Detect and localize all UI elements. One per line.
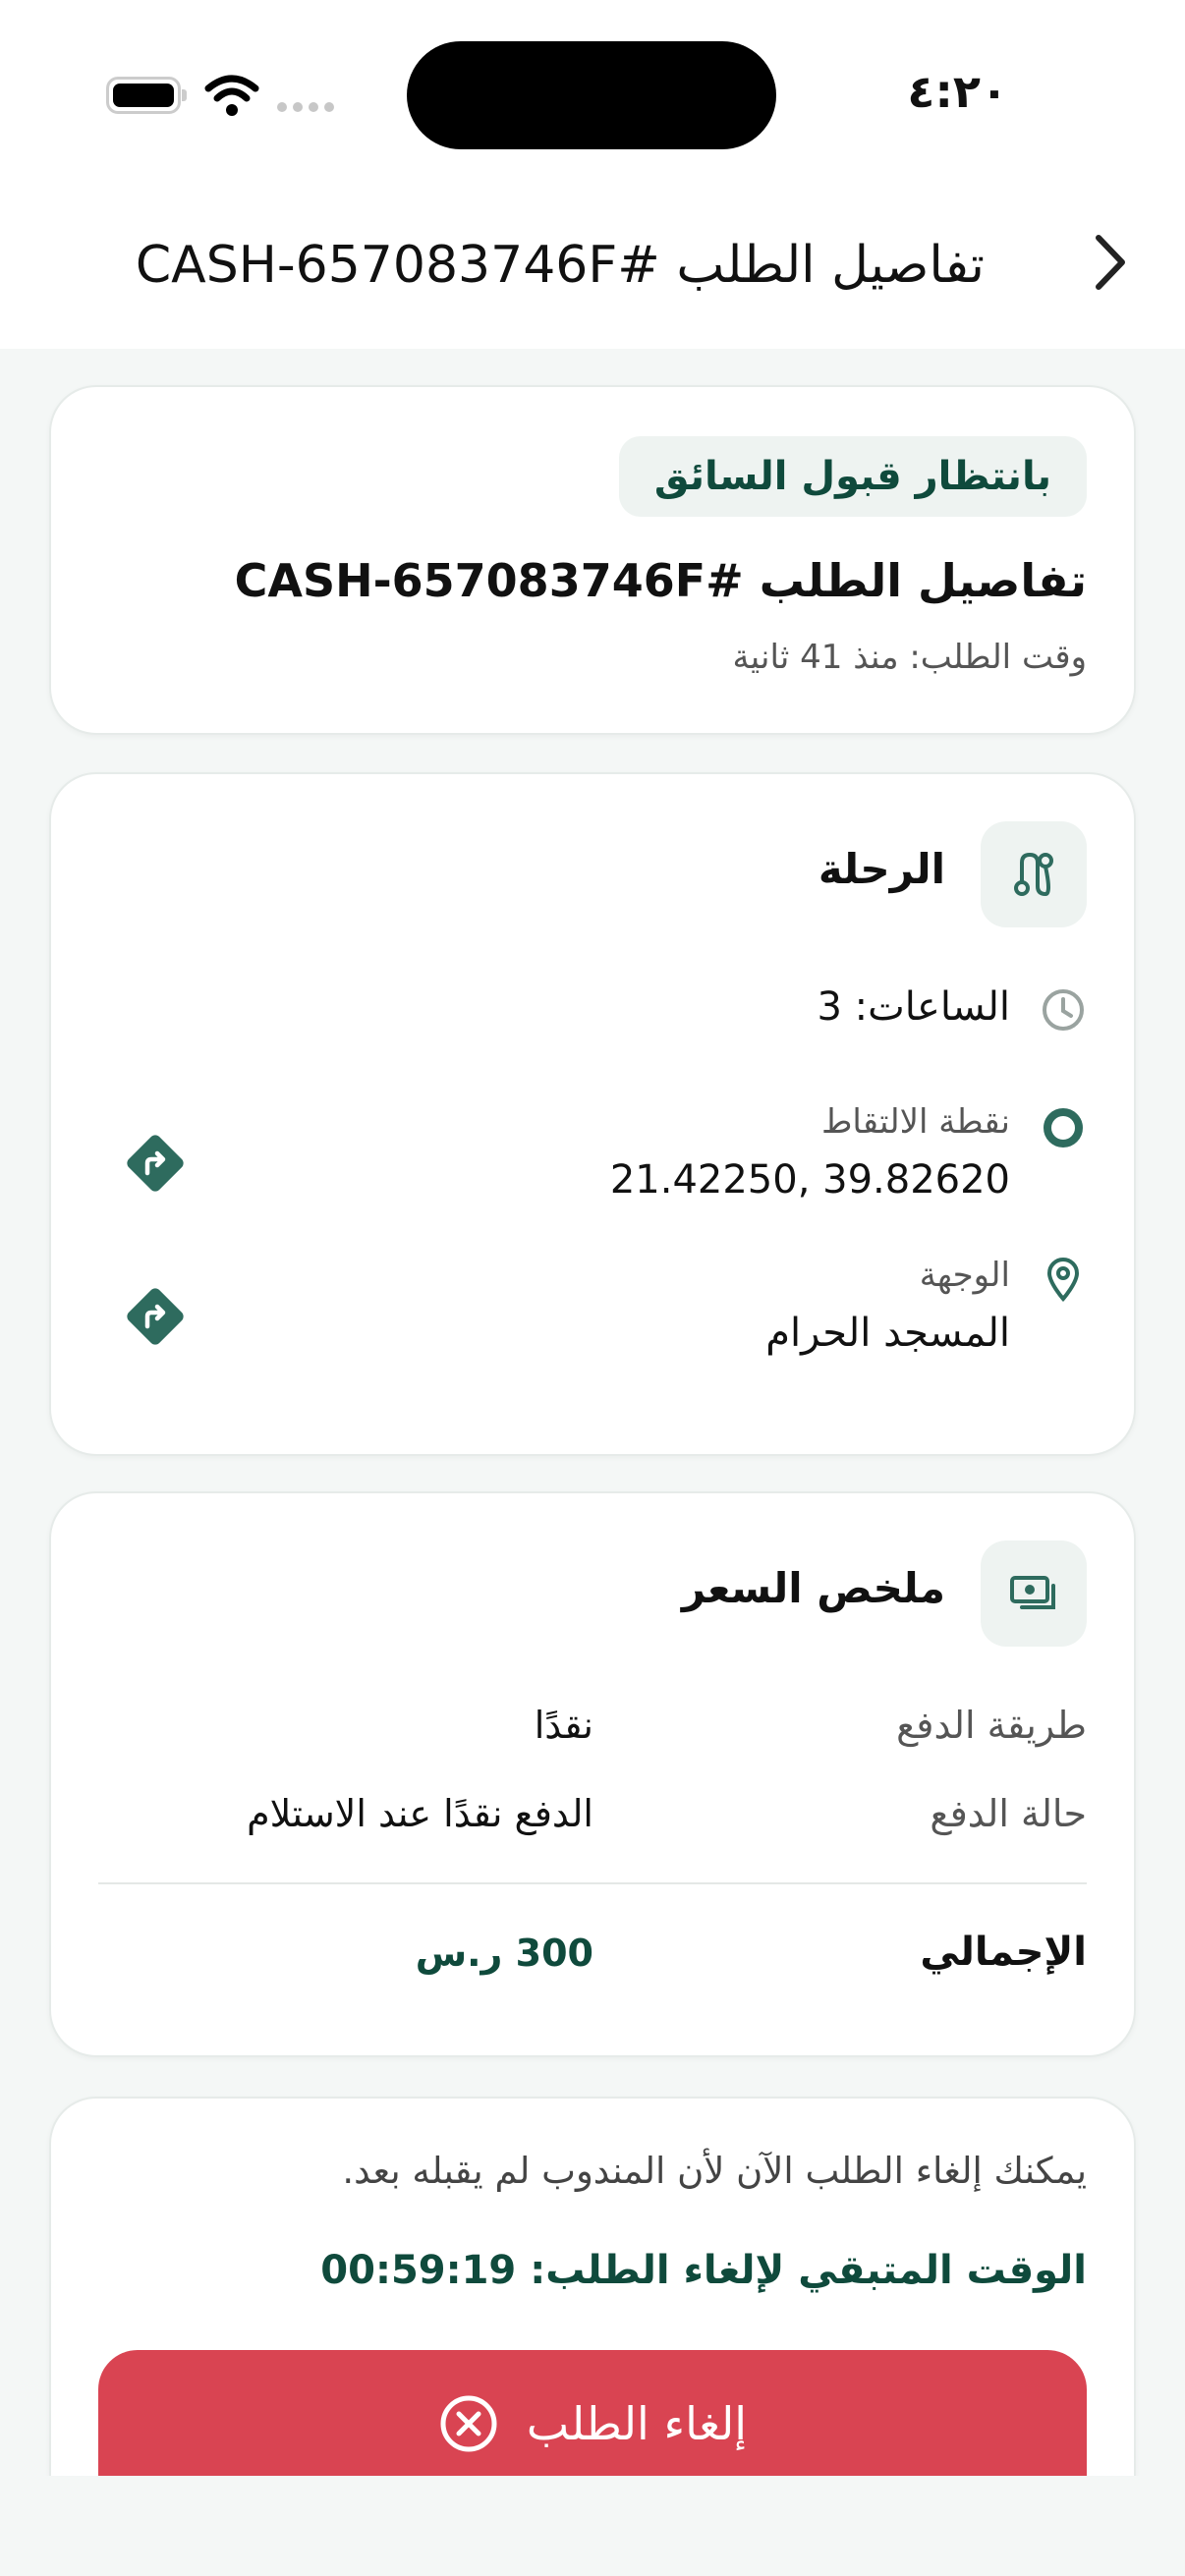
bottom-safe-area	[0, 2476, 1185, 2576]
dynamic-island	[407, 41, 776, 149]
trip-card: الرحلة الساعات: 3 نقطة الالتقاط 21.42250…	[49, 772, 1136, 1456]
cancel-card: يمكنك إلغاء الطلب الآن لأن المندوب لم يق…	[49, 2097, 1136, 2509]
order-time: وقت الطلب: منذ 41 ثانية	[732, 638, 1087, 677]
signal-icon	[277, 102, 334, 112]
price-title: ملخص السعر	[681, 1564, 945, 1612]
app-header: تفاصيل الطلب #CASH-657083746F	[0, 187, 1185, 349]
destination-navigate-button[interactable]	[122, 1283, 189, 1350]
order-title: تفاصيل الطلب #CASH-657083746F	[234, 554, 1087, 607]
destination-label: الوجهة	[919, 1256, 1010, 1295]
page-title: تفاصيل الطلب #CASH-657083746F	[135, 236, 985, 295]
route-icon	[981, 821, 1087, 927]
trip-title: الرحلة	[818, 845, 945, 893]
price-summary-card: ملخص السعر طريقة الدفع نقدًا حالة الدفع …	[49, 1491, 1136, 2057]
chevron-right-icon	[1096, 235, 1125, 290]
total-label: الإجمالي	[920, 1930, 1087, 1975]
payment-method-label: طريقة الدفع	[896, 1704, 1087, 1747]
status-badge: بانتظار قبول السائق	[618, 436, 1087, 517]
status-time: ٤:٢٠	[907, 65, 1008, 118]
pickup-label: نقطة الالتقاط	[820, 1102, 1010, 1142]
total-value: 300 ر.س	[415, 1932, 593, 1975]
payment-method-value: نقدًا	[534, 1704, 593, 1747]
cancel-note: يمكنك إلغاء الطلب الآن لأن المندوب لم يق…	[342, 2150, 1087, 2192]
x-circle-icon	[440, 2395, 497, 2452]
payment-status-value: الدفع نقدًا عند الاستلام	[247, 1792, 593, 1835]
battery-icon	[106, 77, 187, 114]
pickup-navigate-button[interactable]	[122, 1130, 189, 1197]
pickup-value: 21.42250, 39.82620	[609, 1157, 1010, 1203]
destination-value: المسجد الحرام	[765, 1311, 1010, 1356]
status-bar: ٤:٢٠	[0, 0, 1185, 187]
order-summary-card: بانتظار قبول السائق تفاصيل الطلب #CASH-6…	[49, 385, 1136, 735]
cancel-button-label: إلغاء الطلب	[526, 2397, 748, 2450]
cancel-timer: الوقت المتبقي لإلغاء الطلب: 00:59:19	[320, 2248, 1087, 2293]
price-divider	[98, 1882, 1087, 1884]
map-pin-icon	[1040, 1256, 1087, 1303]
payment-status-label: حالة الدفع	[930, 1792, 1087, 1835]
circle-outline-icon	[1040, 1104, 1087, 1151]
back-button[interactable]	[1081, 228, 1140, 297]
clock-icon	[1040, 986, 1087, 1034]
cash-icon	[981, 1540, 1087, 1647]
trip-hours: الساعات: 3	[817, 984, 1010, 1030]
wifi-icon	[204, 75, 259, 116]
